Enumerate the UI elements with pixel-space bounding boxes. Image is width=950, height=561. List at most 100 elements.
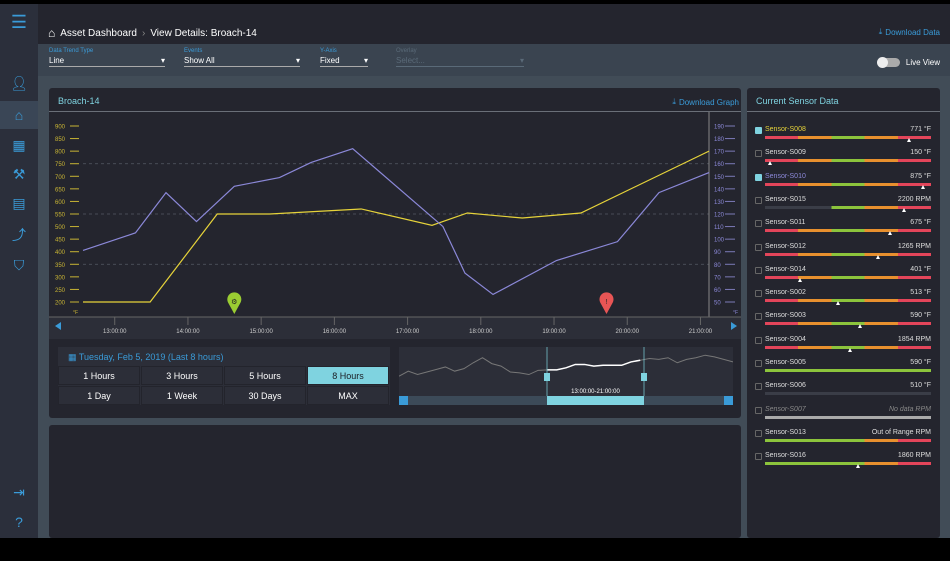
y-left-tick-label: 450	[55, 238, 66, 244]
home-icon[interactable]: ⌂	[48, 26, 55, 40]
range-button-8-hours[interactable]: 8 Hours	[307, 366, 389, 385]
window-end-handle[interactable]	[641, 373, 647, 381]
sensor-value: 875 °F	[910, 172, 931, 180]
sensor-marker-icon	[920, 184, 925, 189]
y-left-tick-label: 800	[55, 150, 66, 156]
analytics-icon[interactable]: ⤴	[0, 221, 38, 249]
time-range-selector: ▦ Tuesday, Feb 5, 2019 (Last 8 hours) 1 …	[58, 347, 390, 405]
maintenance-event-marker[interactable]: ⚙	[227, 292, 242, 314]
divider	[747, 111, 940, 112]
download-icon: ⤓	[672, 97, 676, 106]
grid-icon[interactable]: ▦	[0, 131, 38, 159]
y-axis-select[interactable]: Y-Axis Fixed ▾	[320, 48, 368, 67]
y-left-tick-label: 250	[55, 288, 66, 294]
y-right-tick-label: 140	[714, 187, 725, 193]
y-right-tick-label: 120	[714, 213, 725, 219]
x-tick-label: 14:00:00	[176, 329, 200, 335]
range-button-5-hours[interactable]: 5 Hours	[224, 366, 306, 385]
range-button-max[interactable]: MAX	[307, 386, 389, 405]
sensor-marker-icon	[847, 347, 852, 352]
sensor-checkbox[interactable]	[755, 127, 762, 134]
y-right-tick-label: 90	[714, 250, 721, 256]
overlay-select[interactable]: Overlay Select... ▾	[396, 48, 524, 67]
toggle-switch[interactable]	[876, 57, 900, 68]
series-line-0	[83, 150, 710, 303]
sensor-range-bar	[765, 462, 931, 466]
scroll-left-button[interactable]	[399, 396, 408, 405]
sensor-name: Sensor-S015	[765, 195, 806, 203]
sensor-checkbox[interactable]	[755, 336, 762, 344]
sensor-range-bar	[765, 159, 931, 163]
sensor-checkbox[interactable]	[755, 406, 762, 414]
home-icon[interactable]: ⌂	[0, 101, 38, 129]
tools-icon[interactable]: ⚒	[0, 160, 38, 188]
live-view-toggle[interactable]: Live View	[876, 57, 940, 68]
sensor-marker-icon	[887, 231, 892, 236]
breadcrumb-root[interactable]: Asset Dashboard	[60, 28, 137, 39]
window-start-handle[interactable]	[544, 373, 550, 381]
calendar-icon[interactable]: ▦	[68, 352, 77, 362]
caret-down-icon: ▾	[363, 56, 368, 65]
breadcrumb: ⌂ Asset Dashboard › View Details: Broach…	[48, 26, 257, 40]
sensor-value: 150 °F	[910, 149, 931, 157]
range-button-1-hours[interactable]: 1 Hours	[58, 366, 140, 385]
range-button-30-days[interactable]: 30 Days	[224, 386, 306, 405]
logout-icon[interactable]: ⇥	[0, 478, 38, 506]
sensor-range-bar	[765, 229, 931, 233]
range-button-1-week[interactable]: 1 Week	[141, 386, 223, 405]
sensor-marker-icon	[857, 324, 862, 329]
download-graph-button[interactable]: ⤓ Download Graph	[672, 97, 739, 107]
sensor-checkbox[interactable]	[755, 220, 762, 228]
events-value: Show All	[184, 56, 215, 65]
header: ⌂ Asset Dashboard › View Details: Broach…	[38, 4, 950, 44]
user-icon[interactable]: 👤︎	[0, 69, 38, 97]
trend-type-select[interactable]: Data Trend Type Line ▾	[49, 48, 165, 67]
book-icon[interactable]: ▤	[0, 189, 38, 217]
sensor-panel-title: Current Sensor Data	[756, 96, 839, 106]
overview-navigator[interactable]: 13:00:00-21:00:00	[399, 347, 733, 405]
events-select[interactable]: Events Show All ▾	[184, 48, 300, 67]
trend-chart[interactable]: 900 850 800 750 700 650 600 550 500 450 400 350 300 2…	[49, 112, 741, 342]
sensor-checkbox[interactable]	[755, 266, 762, 274]
y-right-tick-label: 100	[714, 238, 725, 244]
sensor-value: 513 °F	[910, 289, 931, 297]
sensor-row: Sensor-S009 150 °F	[755, 148, 933, 171]
scrollbar-thumb[interactable]	[547, 396, 644, 405]
sensor-checkbox[interactable]	[755, 243, 762, 251]
warning-event-marker[interactable]: !	[599, 292, 614, 314]
y-right-tick-label: 80	[714, 263, 721, 269]
sensor-checkbox[interactable]	[755, 383, 762, 391]
x-tick-label: 17:00:00	[396, 329, 420, 335]
x-tick-label: 20:00:00	[616, 329, 640, 335]
y-right-tick-label: 180	[714, 137, 725, 143]
series-line-1	[82, 147, 710, 296]
download-icon: ⤓	[878, 27, 883, 36]
help-icon[interactable]: ?	[0, 508, 38, 536]
sensor-value: 510 °F	[910, 382, 931, 390]
sensor-checkbox[interactable]	[755, 290, 762, 298]
y-left-unit: °F	[73, 310, 78, 316]
sensor-range-bar	[765, 182, 931, 186]
sensor-value: 1860 RPM	[897, 452, 931, 460]
sensor-name: Sensor-S016	[765, 452, 806, 460]
shield-icon[interactable]: ⛉	[0, 251, 38, 279]
y-left-tick-label: 400	[55, 250, 66, 256]
sensor-checkbox[interactable]	[755, 150, 762, 158]
hamburger-menu-icon[interactable]: ☰	[0, 8, 38, 36]
sensor-checkbox[interactable]	[755, 196, 762, 204]
sensor-checkbox[interactable]	[755, 173, 762, 181]
sensor-checkbox[interactable]	[755, 313, 762, 321]
sensor-checkbox[interactable]	[755, 360, 762, 367]
y-left-tick-label: 700	[55, 175, 66, 181]
sensor-marker-icon	[902, 207, 907, 212]
scroll-right-button[interactable]	[724, 396, 733, 405]
sensor-checkbox[interactable]	[755, 453, 762, 461]
download-data-button[interactable]: ⤓ Download Data	[879, 27, 940, 37]
range-button-1-day[interactable]: 1 Day	[58, 386, 140, 405]
sensor-checkbox[interactable]	[755, 429, 762, 437]
range-button-3-hours[interactable]: 3 Hours	[141, 366, 223, 385]
sensor-marker-icon	[875, 254, 880, 259]
y-right-tick-label: 60	[714, 288, 721, 294]
sensor-value: No data RPM	[888, 405, 931, 413]
sensor-name: Sensor-S012	[765, 242, 806, 250]
